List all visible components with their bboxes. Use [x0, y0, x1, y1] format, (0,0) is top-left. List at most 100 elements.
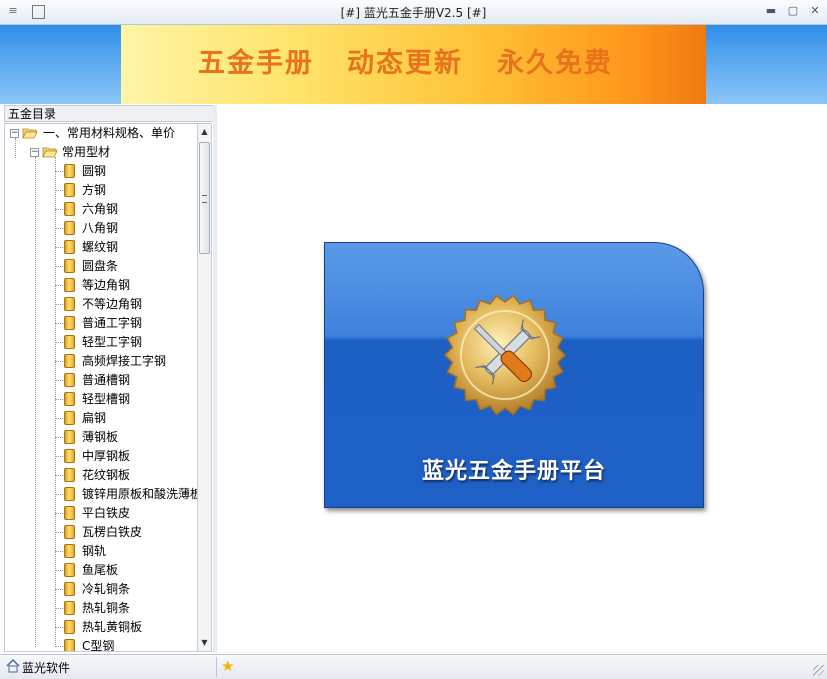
tree-node-label: 常用型材	[62, 145, 111, 159]
document-leaf-icon	[64, 506, 75, 520]
tree-item[interactable]: 平白铁皮	[5, 504, 197, 523]
document-leaf-icon	[64, 468, 75, 482]
tree-item[interactable]: 普通槽钢	[5, 371, 197, 390]
document-leaf-icon	[64, 449, 75, 463]
tree-item[interactable]: 圆钢	[5, 162, 197, 181]
scroll-up-arrow-icon[interactable]: ▲	[198, 125, 211, 139]
tree-item[interactable]: 不等边角钢	[5, 295, 197, 314]
tree-connector	[55, 190, 63, 192]
tree-connector	[55, 342, 63, 344]
tree-item-label: 冷轧铜条	[82, 582, 131, 596]
tree-item[interactable]: 方钢	[5, 181, 197, 200]
scroll-down-arrow-icon[interactable]: ▼	[198, 636, 211, 650]
tree-item-label: 八角钢	[82, 221, 119, 235]
tree-item[interactable]: 镀锌用原板和酸洗薄板	[5, 485, 197, 504]
tree-node-group[interactable]: − 常用型材	[5, 143, 197, 162]
tree-item-label: 薄钢板	[82, 430, 119, 444]
tree-node-root[interactable]: − 一、常用材料规格、单价	[5, 124, 197, 143]
catalog-tree[interactable]: − 一、常用材料规格、单价 − 常用型材 圆钢方钢六角钢八角钢螺纹钢圆盘条等边角…	[4, 123, 197, 652]
tree-connector	[55, 418, 63, 420]
tree-item[interactable]: 热轧铜条	[5, 599, 197, 618]
collapse-toggle[interactable]: −	[30, 148, 39, 157]
document-leaf-icon	[64, 639, 75, 651]
tree-item-label: 花纹钢板	[82, 468, 131, 482]
tree-item[interactable]: 轻型槽钢	[5, 390, 197, 409]
tree-item[interactable]: 花纹钢板	[5, 466, 197, 485]
banner-slogan-3: 永久免费	[497, 48, 613, 79]
document-leaf-icon	[64, 430, 75, 444]
tree-item[interactable]: 中厚钢板	[5, 447, 197, 466]
tree-scrollbar[interactable]: ▲ ▼	[197, 123, 212, 652]
tree-item[interactable]: 热轧黄铜板	[5, 618, 197, 637]
tree-item-label: 平白铁皮	[82, 506, 131, 520]
tree-item-label: 钢轨	[82, 544, 107, 558]
banner-slogan-1: 五金手册	[198, 48, 314, 79]
tree-item[interactable]: 八角钢	[5, 219, 197, 238]
tree-connector	[55, 171, 63, 173]
tree-item[interactable]: 冷轧铜条	[5, 580, 197, 599]
tree-connector	[55, 228, 63, 230]
tree-item[interactable]: 圆盘条	[5, 257, 197, 276]
tree-item[interactable]: 鱼尾板	[5, 561, 197, 580]
tree-item[interactable]: 高频焊接工字钢	[5, 352, 197, 371]
tree-connector	[55, 646, 63, 648]
star-icon[interactable]: ★	[221, 657, 234, 675]
tree-item[interactable]: 螺纹钢	[5, 238, 197, 257]
tree-item-label: 瓦楞白铁皮	[82, 525, 143, 539]
tree-connector	[55, 551, 63, 553]
document-leaf-icon	[64, 373, 75, 387]
minimize-button[interactable]: ▬	[762, 3, 780, 19]
close-button[interactable]: ✕	[806, 3, 824, 19]
tree-item-label: 扁钢	[82, 411, 107, 425]
home-icon	[6, 659, 20, 673]
open-folder-icon	[42, 147, 58, 158]
document-leaf-icon	[64, 221, 75, 235]
tree-item-label: 轻型工字钢	[82, 335, 143, 349]
document-leaf-icon	[64, 601, 75, 615]
tree-connector	[55, 570, 63, 572]
tree-connector	[55, 209, 63, 211]
tree-item-label: 圆盘条	[82, 259, 119, 273]
tree-connector	[55, 285, 63, 287]
tree-connector	[55, 266, 63, 268]
tree-item[interactable]: 瓦楞白铁皮	[5, 523, 197, 542]
scrollbar-thumb[interactable]	[199, 142, 210, 254]
tree-item[interactable]: 轻型工字钢	[5, 333, 197, 352]
tree-connector	[55, 437, 63, 439]
tree-connector	[55, 456, 63, 458]
document-leaf-icon	[64, 202, 75, 216]
tree-item[interactable]: 普通工字钢	[5, 314, 197, 333]
tree-item-label: 轻型槽钢	[82, 392, 131, 406]
document-leaf-icon	[64, 544, 75, 558]
tree-item[interactable]: C型钢	[5, 637, 197, 651]
tree-item[interactable]: 薄钢板	[5, 428, 197, 447]
catalog-panel-header: 五金目录	[4, 105, 214, 122]
document-leaf-icon	[64, 297, 75, 311]
tree-item-label: 圆钢	[82, 164, 107, 178]
tree-item[interactable]: 等边角钢	[5, 276, 197, 295]
card-title: 蓝光五金手册平台	[421, 459, 606, 484]
tree-item[interactable]: 扁钢	[5, 409, 197, 428]
tree-item-label: 热轧铜条	[82, 601, 131, 615]
status-bar: 蓝光软件 ★	[0, 654, 827, 679]
title-bar: ≡ [#] 蓝光五金手册V2.5 [#] ▬ ▢ ✕	[0, 0, 827, 25]
tree-item[interactable]: 六角钢	[5, 200, 197, 219]
tree-item-label: 普通槽钢	[82, 373, 131, 387]
document-leaf-icon	[64, 183, 75, 197]
tree-connector	[55, 323, 63, 325]
collapse-toggle[interactable]: −	[10, 129, 19, 138]
tree-connector	[55, 627, 63, 629]
platform-card: 蓝光五金手册平台	[324, 242, 704, 508]
maximize-button[interactable]: ▢	[784, 3, 802, 19]
document-leaf-icon	[64, 278, 75, 292]
tree-item[interactable]: 钢轨	[5, 542, 197, 561]
tree-item-label: 普通工字钢	[82, 316, 143, 330]
grip-icon	[202, 195, 207, 203]
document-leaf-icon	[64, 335, 75, 349]
resize-grip[interactable]	[813, 665, 824, 676]
wrench-screwdriver-icon	[443, 294, 567, 416]
tree-node-label: 一、常用材料规格、单价	[43, 126, 176, 140]
status-label: 蓝光软件	[22, 661, 71, 675]
tree-item-label: 六角钢	[82, 202, 119, 216]
tree-item-label: 方钢	[82, 183, 107, 197]
